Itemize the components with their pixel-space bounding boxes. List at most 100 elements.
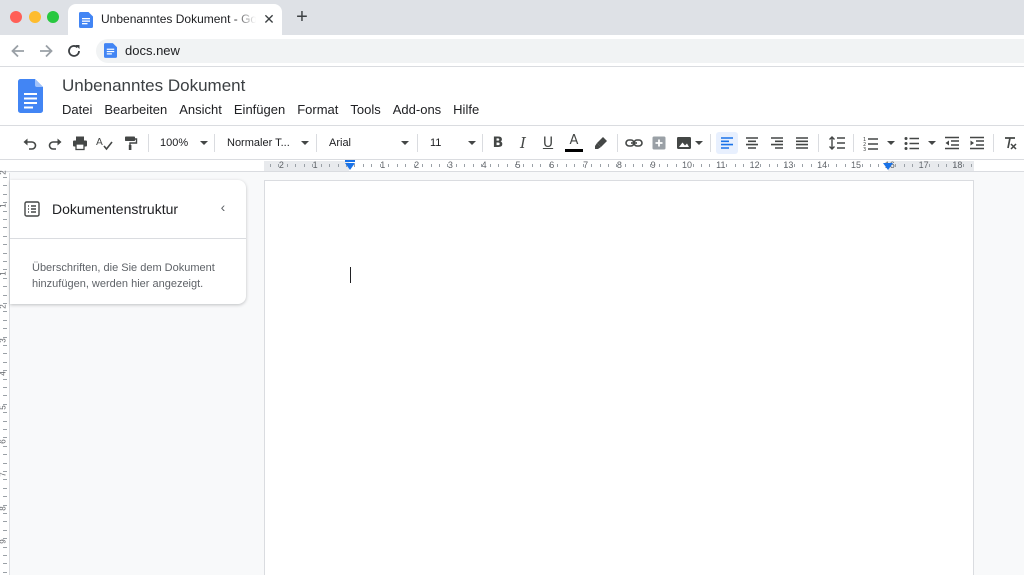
docs-logo-icon[interactable]	[18, 79, 43, 113]
url-input[interactable]: docs.new	[96, 39, 1024, 63]
first-line-indent-marker[interactable]	[345, 160, 355, 162]
align-center-button[interactable]	[741, 132, 763, 154]
ruler-number: 1	[380, 160, 386, 170]
window-minimize-button[interactable]	[29, 11, 41, 23]
menu-bearbeiten[interactable]: Bearbeiten	[104, 102, 167, 120]
right-indent-marker[interactable]	[883, 163, 893, 170]
numbered-list-button[interactable]: 123	[861, 132, 897, 154]
ruler-tick	[287, 164, 288, 167]
increase-indent-icon	[970, 136, 984, 150]
document-page[interactable]	[265, 181, 973, 575]
ruler-number: 4	[481, 160, 487, 170]
zoom-select[interactable]: 100%	[160, 132, 208, 154]
undo-icon	[23, 138, 37, 150]
new-tab-button[interactable]: +	[292, 7, 312, 27]
spellcheck-button[interactable]: A	[94, 132, 116, 154]
vertical-ruler-tick	[3, 177, 7, 178]
ruler-tick	[566, 164, 567, 167]
ruler-tick	[439, 164, 440, 167]
ruler-tick	[380, 164, 381, 167]
justify-button[interactable]	[791, 132, 813, 154]
menu-tools[interactable]: Tools	[350, 102, 380, 120]
underline-button[interactable]: U	[537, 132, 559, 154]
ruler-tick	[574, 164, 575, 167]
decrease-indent-button[interactable]	[941, 132, 963, 154]
insert-link-button[interactable]	[623, 132, 645, 154]
reload-icon[interactable]	[64, 41, 84, 61]
forward-arrow-icon[interactable]	[36, 41, 56, 61]
clear-formatting-button[interactable]	[999, 132, 1021, 154]
vertical-ruler-tick	[3, 513, 7, 514]
horizontal-ruler[interactable]: 2 1 1 2 3 4 5 6 7 8 9 10 11 12 13 14 15 16 17 18	[0, 160, 1024, 172]
ruler-left-margin	[264, 161, 349, 171]
collapse-outline-icon[interactable]: ‹	[216, 199, 230, 217]
ruler-tick	[473, 164, 474, 167]
menu-ansicht[interactable]: Ansicht	[179, 102, 222, 120]
menu-addons[interactable]: Add-ons	[393, 102, 441, 120]
back-arrow-icon[interactable]	[8, 41, 28, 61]
paint-format-button[interactable]	[119, 132, 141, 154]
vertical-ruler-tick	[3, 479, 7, 480]
increase-indent-button[interactable]	[966, 132, 988, 154]
ruler-tick	[600, 164, 601, 167]
vertical-ruler-number: 1	[0, 204, 8, 208]
align-left-button[interactable]	[716, 132, 738, 154]
align-right-button[interactable]	[766, 132, 788, 154]
vertical-ruler-tick	[3, 395, 7, 396]
ruler-tick	[515, 164, 516, 167]
vertical-ruler-tick	[3, 530, 7, 531]
vertical-ruler-tick	[3, 185, 7, 186]
window-maximize-button[interactable]	[47, 11, 59, 23]
line-spacing-button[interactable]	[826, 132, 848, 154]
font-size-select[interactable]: 11	[430, 132, 476, 154]
bold-button[interactable]: B	[487, 132, 509, 154]
chevron-down-icon	[694, 141, 703, 145]
ruler-tick	[667, 164, 668, 167]
menu-datei[interactable]: Datei	[62, 102, 92, 120]
svg-text:3: 3	[863, 147, 866, 151]
left-indent-marker[interactable]	[345, 163, 355, 170]
print-button[interactable]	[69, 132, 91, 154]
text-color-button[interactable]: A	[563, 132, 585, 154]
ruler-number: 6	[549, 160, 555, 170]
vertical-ruler-tick	[3, 320, 7, 321]
ruler-number: 2	[278, 160, 284, 170]
redo-button[interactable]	[44, 132, 66, 154]
ruler-tick	[735, 164, 736, 167]
italic-button[interactable]: I	[512, 132, 534, 154]
highlight-color-button[interactable]	[590, 132, 612, 154]
menu-einfuegen[interactable]: Einfügen	[234, 102, 285, 120]
ruler-number: 5	[515, 160, 521, 170]
document-title[interactable]: Unbenanntes Dokument	[62, 76, 245, 96]
undo-button[interactable]	[19, 132, 41, 154]
menu-format[interactable]: Format	[297, 102, 338, 120]
browser-tab-active[interactable]: Unbenanntes Dokument - Google Docs ✕	[68, 4, 282, 35]
ruler-tick	[895, 164, 896, 167]
menu-hilfe[interactable]: Hilfe	[453, 102, 479, 120]
ruler-tick	[591, 164, 592, 167]
vertical-ruler-tick	[3, 211, 7, 212]
ruler-tick	[295, 164, 296, 167]
vertical-ruler[interactable]: 2 1 1 2 3 4 5 6 7 8 9	[0, 170, 10, 575]
vertical-ruler-number: 8	[0, 506, 8, 510]
ruler-tick	[693, 164, 694, 167]
vertical-ruler-tick	[3, 269, 7, 270]
vertical-ruler-tick	[3, 244, 7, 245]
ruler-tick	[819, 164, 820, 167]
outline-list-icon	[24, 201, 40, 217]
paragraph-style-select[interactable]: Normaler T...	[227, 132, 309, 154]
tab-close-icon[interactable]: ✕	[261, 11, 277, 27]
ruler-tick	[498, 164, 499, 167]
zoom-value: 100%	[160, 137, 189, 149]
ruler-tick	[836, 164, 837, 167]
window-close-button[interactable]	[10, 11, 22, 23]
font-family-select[interactable]: Arial	[329, 132, 409, 154]
bulleted-list-button[interactable]	[902, 132, 938, 154]
vertical-ruler-tick	[3, 471, 7, 472]
add-comment-icon	[652, 136, 666, 150]
docs-favicon-icon	[104, 43, 117, 58]
insert-comment-button[interactable]	[648, 132, 670, 154]
insert-image-button[interactable]	[673, 132, 705, 154]
ruler-tick	[625, 164, 626, 167]
line-spacing-icon	[829, 136, 845, 150]
